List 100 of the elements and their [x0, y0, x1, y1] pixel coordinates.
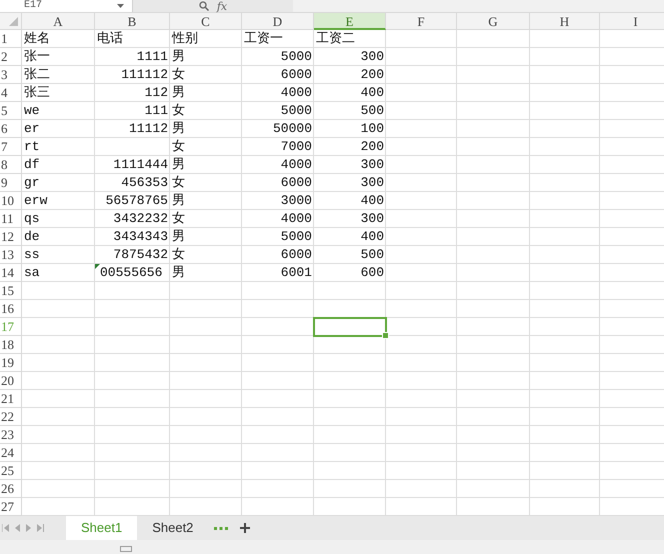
row-header[interactable]: 3: [0, 66, 22, 84]
cell-text: 7000: [280, 138, 312, 155]
row-header[interactable]: 21: [0, 390, 22, 408]
cell-text: 6000: [280, 174, 312, 191]
row-header[interactable]: 23: [0, 426, 22, 444]
row-header[interactable]: 11: [0, 210, 22, 228]
caret-icon: [117, 4, 124, 8]
cell-text: 男: [172, 84, 185, 101]
name-box[interactable]: E17: [0, 0, 133, 12]
column-header[interactable]: A: [22, 13, 95, 30]
cell-text: 女: [172, 246, 185, 263]
cell-text: 500: [360, 246, 384, 263]
previous-sheet-icon[interactable]: [15, 524, 20, 532]
row-header[interactable]: 26: [0, 480, 22, 498]
column-header[interactable]: G: [457, 13, 530, 30]
row-header[interactable]: 10: [0, 192, 22, 210]
cell-text: sa: [24, 264, 40, 281]
column-header[interactable]: H: [530, 13, 600, 30]
row-header[interactable]: 4: [0, 84, 22, 102]
row-header[interactable]: 24: [0, 444, 22, 462]
cell-text: 张二: [24, 66, 50, 83]
cell-text: 女: [172, 102, 185, 119]
cell-text: 1111: [136, 48, 168, 65]
cell-text: 112: [144, 84, 168, 101]
cell-text: 女: [172, 210, 185, 227]
first-sheet-icon[interactable]: [2, 524, 9, 532]
row-header[interactable]: 1: [0, 30, 22, 48]
column-header[interactable]: E: [314, 13, 386, 30]
cell-text: 5000: [280, 228, 312, 245]
row-header[interactable]: 22: [0, 408, 22, 426]
more-icon[interactable]: [214, 526, 228, 530]
sheet-tab[interactable]: Sheet2: [137, 516, 208, 540]
cell-text: 4000: [280, 84, 312, 101]
row-header[interactable]: 13: [0, 246, 22, 264]
cell-text: 50000: [272, 120, 312, 137]
cell-text: 7875432: [113, 246, 168, 263]
cell-text: 200: [360, 66, 384, 83]
row-header[interactable]: 2: [0, 48, 22, 66]
column-header[interactable]: B: [95, 13, 170, 30]
row-header[interactable]: 25: [0, 462, 22, 480]
sheet-tab[interactable]: Sheet1: [66, 516, 138, 540]
cell-text: 400: [360, 84, 384, 101]
cell-text: 456353: [121, 174, 168, 191]
column-header[interactable]: F: [386, 13, 457, 30]
cell-text: de: [24, 228, 40, 245]
cell-text: 3432232: [113, 210, 168, 227]
row-header[interactable]: 20: [0, 372, 22, 390]
cell-text: 4000: [280, 156, 312, 173]
error-flag-icon[interactable]: [95, 264, 100, 269]
fill-handle[interactable]: [382, 332, 389, 339]
cell-text: rt: [24, 138, 40, 155]
cell-text: 女: [172, 66, 185, 83]
row-header[interactable]: 18: [0, 336, 22, 354]
cell-text: 男: [172, 264, 185, 281]
search-icon[interactable]: [198, 1, 209, 11]
column-header[interactable]: I: [600, 13, 664, 30]
row-header[interactable]: 12: [0, 228, 22, 246]
row-header[interactable]: 6: [0, 120, 22, 138]
row-header[interactable]: 15: [0, 282, 22, 300]
next-sheet-icon[interactable]: [26, 524, 31, 532]
function-label[interactable]: fx: [216, 0, 228, 12]
status-icon[interactable]: [120, 546, 132, 552]
last-sheet-icon[interactable]: [37, 524, 44, 532]
cell-text: 111112: [121, 66, 168, 83]
row-header[interactable]: 8: [0, 156, 22, 174]
row-header[interactable]: 9: [0, 174, 22, 192]
cell-text: 200: [360, 138, 384, 155]
row-header[interactable]: 7: [0, 138, 22, 156]
row-header[interactable]: 16: [0, 300, 22, 318]
cell-cursor[interactable]: [313, 317, 387, 337]
cell-text: qs: [24, 210, 40, 227]
cell-text: 张三: [24, 84, 50, 101]
cell-text: ss: [24, 246, 40, 263]
cell-text: 4000: [280, 210, 312, 227]
add-icon[interactable]: [240, 523, 250, 533]
cell-text: 400: [360, 192, 384, 209]
cell-text: 300: [360, 210, 384, 227]
row-header[interactable]: 19: [0, 354, 22, 372]
cell-text: df: [24, 156, 40, 173]
cell-text: 姓名: [24, 30, 50, 47]
row-header[interactable]: 5: [0, 102, 22, 120]
row-header[interactable]: 14: [0, 264, 22, 282]
cell-text: 56578765: [106, 192, 168, 209]
cell-text: 5000: [280, 102, 312, 119]
cell-text: 3000: [280, 192, 312, 209]
column-header[interactable]: C: [170, 13, 242, 30]
cell-text: 男: [172, 120, 185, 137]
cell-text: er: [24, 120, 40, 137]
cell-text: 500: [360, 102, 384, 119]
cell-text: 电话: [97, 30, 123, 47]
cell-text: 6001: [280, 264, 312, 281]
cell-text: 300: [360, 174, 384, 191]
cell-text: 男: [172, 192, 185, 209]
row-header[interactable]: 27: [0, 498, 22, 516]
cell-text: we: [24, 102, 40, 119]
column-header[interactable]: D: [242, 13, 314, 30]
cell-text: 5000: [280, 48, 312, 65]
cell-text: 6000: [280, 246, 312, 263]
cell-text: 3434343: [113, 228, 168, 245]
select-all-icon[interactable]: [9, 17, 18, 26]
